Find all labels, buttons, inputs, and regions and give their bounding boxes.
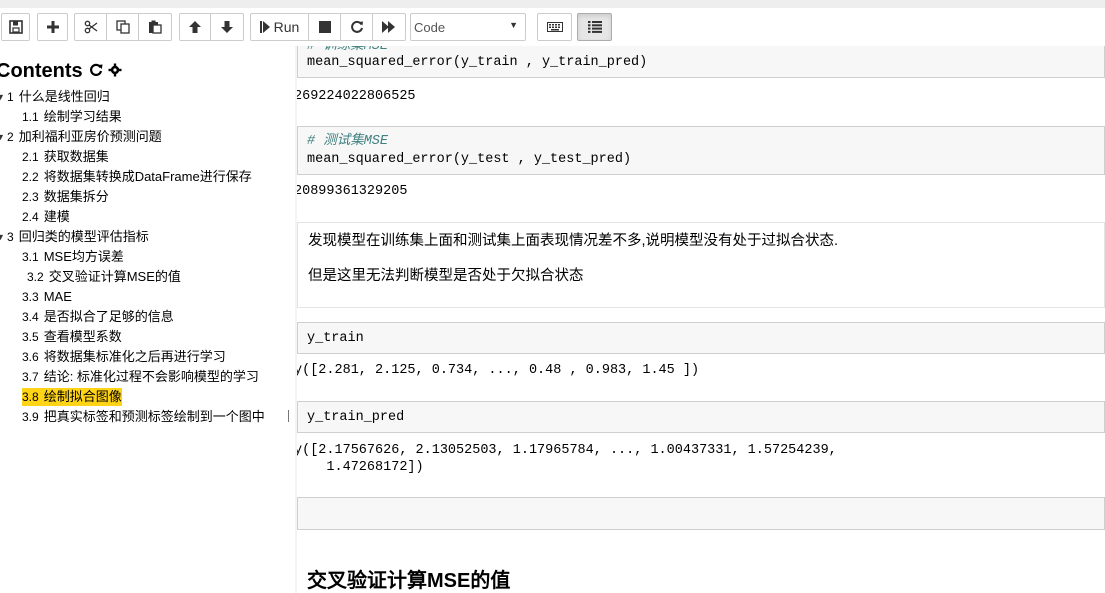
run-button[interactable]: Run — [250, 13, 309, 41]
toc-item-2-1[interactable]: 2.1 获取数据集 — [22, 148, 109, 166]
toc-item-2[interactable]: ▼ 2 加利福利亚房价预测问题 — [0, 128, 162, 146]
move-up-button[interactable] — [179, 13, 211, 41]
keyboard-icon — [546, 22, 563, 32]
code-cell-test-mse[interactable]: # 测试集MSE mean_squared_error(y_test , y_t… — [297, 126, 1105, 175]
toc-item-2-4[interactable]: 2.4 建模 — [22, 208, 70, 226]
code-line: mean_squared_error(y_train , y_train_pre… — [307, 55, 648, 70]
markdown-text: 发现模型在训练集上面和测试集上面表现情况差不多,说明模型没有处于过拟合状态. — [308, 233, 839, 249]
toc-item-1-1[interactable]: 1.1 绘制学习结果 — [22, 108, 122, 126]
cut-button[interactable] — [74, 13, 107, 41]
cell-output: 269224022806525 — [297, 89, 416, 104]
restart-button[interactable] — [341, 13, 373, 41]
copy-button[interactable] — [107, 13, 139, 41]
paste-icon — [149, 20, 162, 34]
caret-down-icon[interactable]: ▼ — [0, 88, 5, 106]
gear-icon[interactable] — [108, 60, 122, 83]
toc-item-3-2[interactable]: 3.2 交叉验证计算MSE的值 — [27, 268, 181, 286]
toc-item-3-5[interactable]: 3.5 查看模型系数 — [22, 328, 122, 346]
interrupt-button[interactable] — [309, 13, 341, 41]
toc-item-3-1[interactable]: 3.1 MSE均方误差 — [22, 248, 124, 266]
caret-down-icon[interactable]: ▼ — [0, 128, 5, 146]
cell-output: y([2.281, 2.125, 0.734, ..., 0.48 , 0.98… — [297, 363, 700, 378]
chevron-down-icon: ▼ — [509, 20, 518, 30]
move-down-button[interactable] — [211, 13, 244, 41]
toc-panel: Contents ▼ 1 什么是线性回归 1.1 绘制学习结果 ▼ 2 加利福利亚房价预测… — [0, 46, 290, 593]
refresh-icon[interactable] — [89, 60, 103, 83]
cell-type-value: Code — [414, 19, 446, 35]
toc-item-3[interactable]: ▼ 3 回归类的模型评估指标 — [0, 228, 149, 246]
code-line: y_train — [307, 331, 364, 346]
toc-header: Contents — [0, 60, 122, 83]
toc-toggle-button[interactable] — [577, 13, 612, 41]
cell-output: 1.47268172]) — [297, 460, 424, 475]
code-comment: # 测试集MSE — [307, 134, 389, 149]
save-icon — [8, 20, 23, 34]
cell-output: y([2.17567626, 2.13052503, 1.17965784, .… — [297, 443, 837, 458]
toc-item-3-3[interactable]: 3.3 MAE — [22, 288, 72, 306]
toc-item-3-6[interactable]: 3.6 将数据集标准化之后再进行学习 — [22, 348, 226, 366]
run-all-button[interactable] — [373, 13, 406, 41]
notebook-toolbar: Run Code ▼ — [0, 0, 1105, 46]
run-icon — [259, 21, 270, 33]
markdown-cell[interactable]: 发现模型在训练集上面和测试集上面表现情况差不多,说明模型没有处于过拟合状态. 但… — [297, 222, 1105, 308]
code-cell-train-mse[interactable]: # 训练集MSE mean_squared_error(y_train , y_… — [297, 46, 1105, 78]
toc-item-2-2[interactable]: 2.2 将数据集转换成DataFrame进行保存 — [22, 168, 252, 186]
notebook-area: # 训练集MSE mean_squared_error(y_train , y_… — [297, 46, 1105, 593]
toc-resize-handle[interactable] — [288, 409, 290, 422]
toc-title: Contents — [0, 60, 83, 82]
toc-item-1[interactable]: ▼ 1 什么是线性回归 — [0, 88, 110, 106]
markdown-text: 但是这里无法判断模型是否处于欠拟合状态 — [308, 268, 584, 284]
code-line: mean_squared_error(y_test , y_test_pred) — [307, 152, 632, 167]
code-comment: # 训练集MSE — [307, 46, 389, 54]
toc-list-icon — [587, 21, 602, 33]
toc-item-3-9[interactable]: 3.9 把真实标签和预测标签绘制到一个图中 — [22, 408, 265, 426]
move-up-icon — [189, 21, 201, 33]
toc-item-3-8[interactable]: 3.8 绘制拟合图像 — [22, 388, 122, 406]
caret-down-icon[interactable]: ▼ — [0, 228, 5, 246]
section-heading: 交叉验证计算MSE的值 — [307, 570, 511, 592]
toc-item-3-4[interactable]: 3.4 是否拟合了足够的信息 — [22, 308, 174, 326]
fast-forward-icon — [382, 21, 395, 33]
toc-item-2-3[interactable]: 2.3 数据集拆分 — [22, 188, 109, 206]
copy-icon — [115, 20, 130, 34]
code-cell-y-train[interactable]: y_train — [297, 322, 1105, 354]
restart-icon — [350, 20, 363, 33]
code-line: y_train_pred — [307, 410, 405, 425]
insert-cell-button[interactable] — [37, 13, 68, 41]
cell-type-select[interactable]: Code ▼ — [410, 13, 526, 41]
plus-icon — [46, 21, 59, 33]
toc-item-3-7[interactable]: 3.7 结论: 标准化过程不会影响模型的学习 — [22, 368, 259, 386]
cell-output: 20899361329205 — [297, 184, 408, 199]
command-palette-button[interactable] — [537, 13, 572, 41]
code-cell-y-train-pred[interactable]: y_train_pred — [297, 401, 1105, 433]
run-label: Run — [273, 19, 300, 35]
paste-button[interactable] — [139, 13, 172, 41]
stop-icon — [318, 21, 331, 33]
save-button[interactable] — [1, 13, 30, 41]
code-cell-empty[interactable] — [297, 497, 1105, 530]
cut-icon — [84, 20, 97, 34]
move-down-icon — [221, 21, 233, 33]
